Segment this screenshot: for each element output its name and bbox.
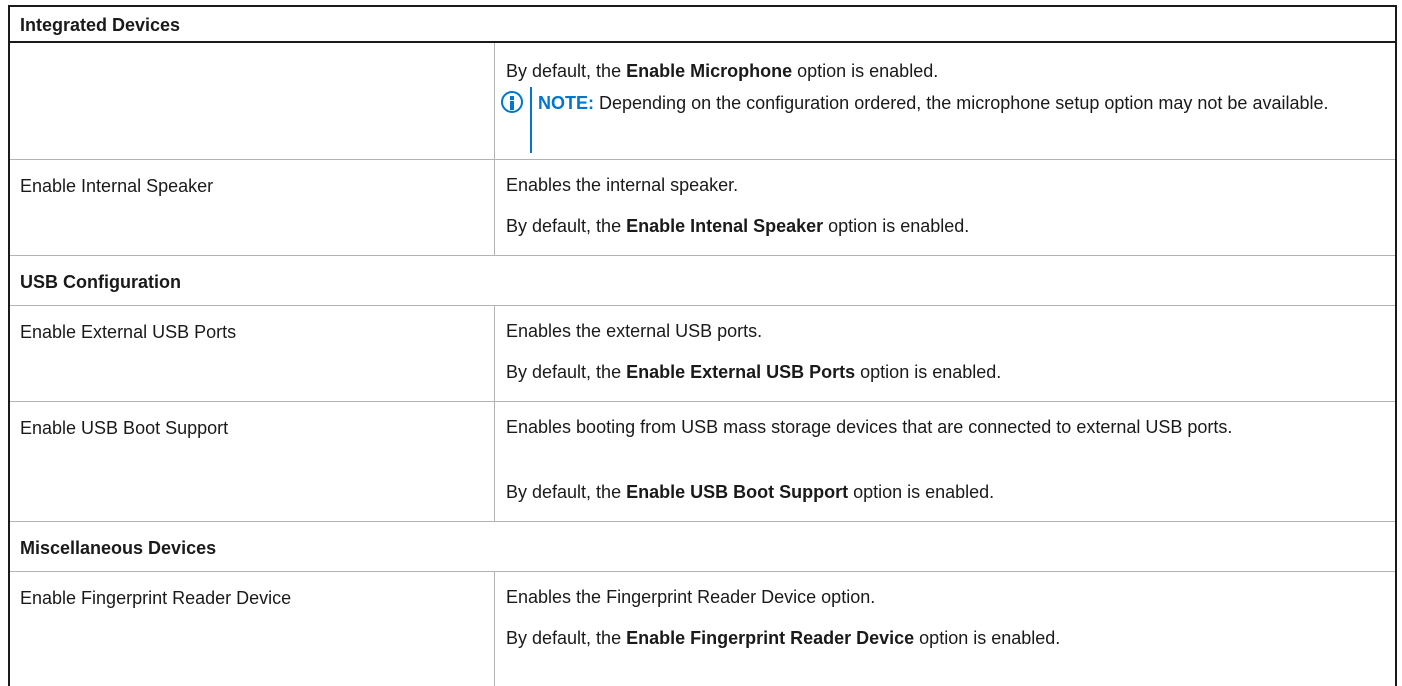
section-header-row: Miscellaneous Devices [10,522,1395,572]
document-page: Integrated Devices By default, the Enabl… [0,0,1402,686]
setting-name-cell: Enable Internal Speaker [10,160,495,255]
description-text: By default, the [506,482,627,502]
setting-description: Enables the Fingerprint Reader Device op… [506,585,875,609]
description-text: option is enabled. [823,216,970,236]
setting-name-cell: Enable USB Boot Support [10,402,495,521]
table-row: Enable Internal Speaker Enables the inte… [10,160,1395,256]
description-bold: Enable Fingerprint Reader Device [626,628,915,648]
section-title: Miscellaneous Devices [20,538,217,558]
table-row: By default, the Enable Microphone option… [10,43,1395,160]
note-text: NOTE: Depending on the configuration ord… [538,87,1388,120]
description-text: option is enabled. [855,362,1002,382]
description-bold: Enable Microphone [626,61,793,81]
table-row: Enable USB Boot Support Enables booting … [10,402,1395,522]
setting-default: By default, the Enable Fingerprint Reade… [506,626,1060,650]
setting-default: By default, the Enable USB Boot Support … [506,480,994,504]
section-header-row: USB Configuration [10,256,1395,306]
setting-description: Enables booting from USB mass storage de… [506,415,1356,439]
note-label: NOTE: [538,93,594,113]
description-text: option is enabled. [848,482,995,502]
setting-description: Enables the external USB ports. [506,319,762,343]
description-bold: Enable USB Boot Support [626,482,849,502]
note-divider [530,87,532,153]
setting-name-cell: Enable Fingerprint Reader Device [10,572,495,686]
setting-description: By default, the Enable Microphone option… [506,59,938,83]
table-row: Enable External USB Ports Enables the ex… [10,306,1395,402]
description-text: Enables booting from USB mass storage de… [506,417,1233,437]
setting-default: By default, the Enable External USB Port… [506,360,1001,384]
table-row: Enable Fingerprint Reader Device Enables… [10,572,1395,686]
setting-name: Enable USB Boot Support [20,418,229,438]
setting-description: Enables the internal speaker. [506,173,738,197]
setting-default: By default, the Enable Intenal Speaker o… [506,214,969,238]
setting-name: Enable External USB Ports [20,322,237,342]
description-text: By default, the [506,362,627,382]
description-bold: Enable Intenal Speaker [626,216,824,236]
info-icon [501,91,523,113]
table-title-text: Integrated Devices [20,15,181,35]
setting-name: Enable Internal Speaker [20,176,214,196]
settings-table: By default, the Enable Microphone option… [8,43,1397,686]
description-bold: Enable External USB Ports [626,362,856,382]
description-text: option is enabled. [914,628,1061,648]
description-text: Enables the external USB ports. [506,321,763,341]
description-text: By default, the [506,61,627,81]
note-body: Depending on the configuration ordered, … [594,93,1329,113]
setting-name: Enable Fingerprint Reader Device [20,588,292,608]
description-text: Enables the internal speaker. [506,175,739,195]
setting-name-cell [10,43,495,159]
setting-name-cell: Enable External USB Ports [10,306,495,401]
description-text: Enables the Fingerprint Reader Device op… [506,587,876,607]
section-title: USB Configuration [20,272,181,292]
description-text: By default, the [506,628,627,648]
description-text: By default, the [506,216,627,236]
description-text: option is enabled. [792,61,939,81]
table-title: Integrated Devices [8,5,1397,43]
